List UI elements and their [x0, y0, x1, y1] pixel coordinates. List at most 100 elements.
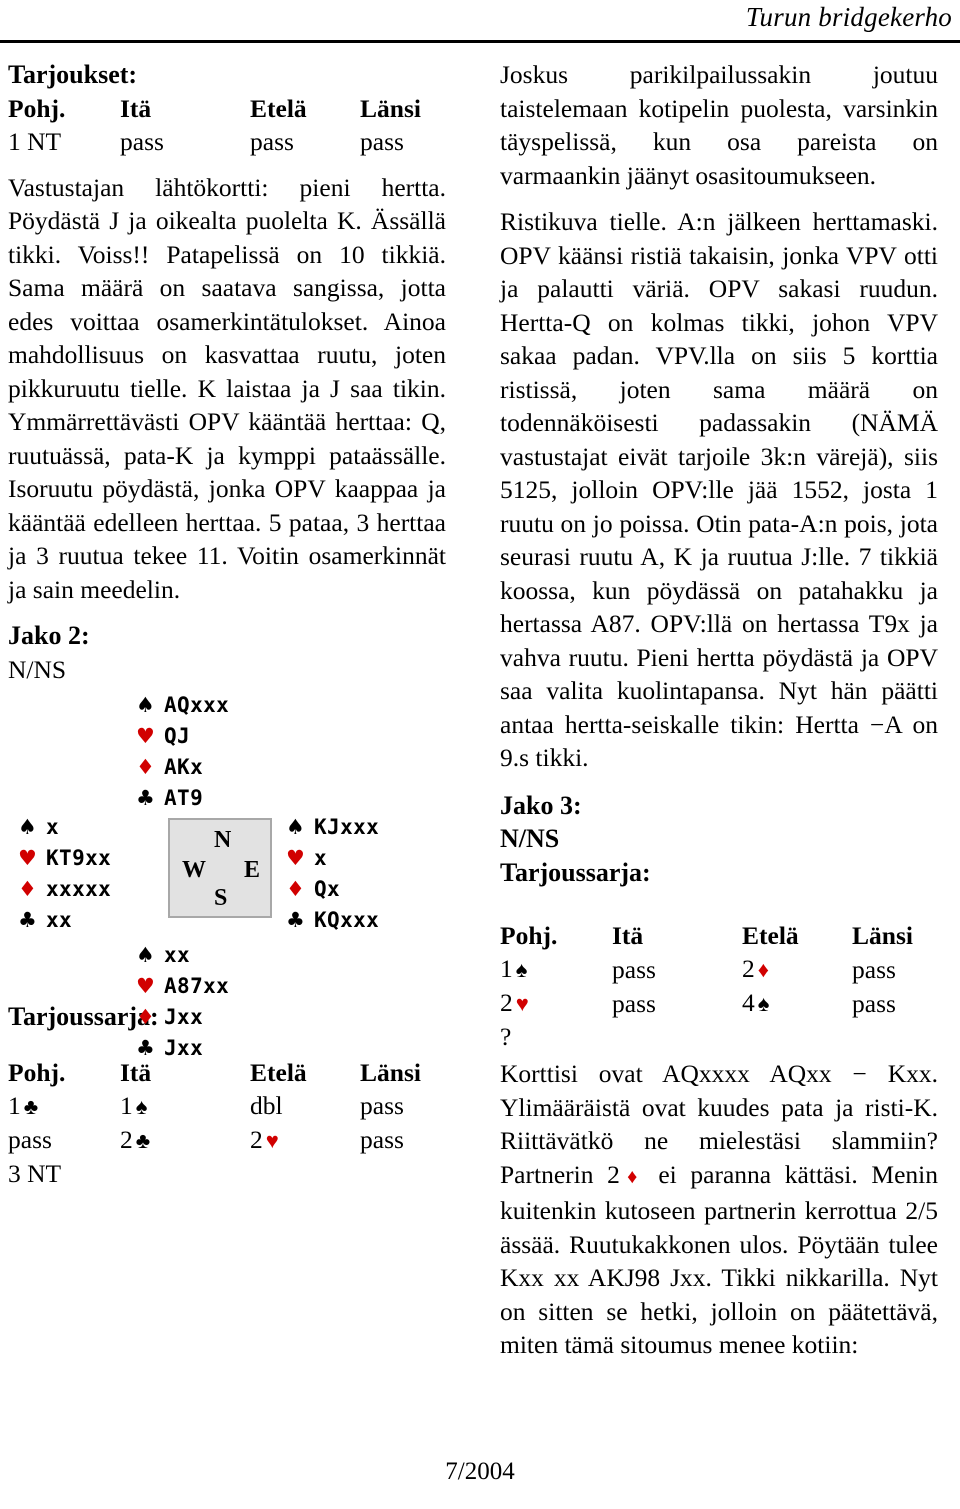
bid-cell	[612, 1020, 742, 1053]
bid-level: 2	[742, 954, 755, 983]
bid-cell: 1 NT	[8, 126, 62, 156]
bidding-table-deal-3: Pohj. Itä Etelä Länsi 1 ♠ pass 2 ♦ pass 2 ♥…	[500, 919, 938, 1053]
issue-number: 7/2004	[445, 1458, 515, 1485]
bid-cell: 3 NT	[8, 1158, 62, 1188]
hand-suit-row: ♦ xxxxx	[18, 874, 111, 905]
hand-suit-row: ♦ Qx	[286, 874, 379, 905]
spade-icon: ♠	[757, 991, 770, 1016]
hand-suit-row: ♠ KJxxx	[286, 812, 379, 843]
bid-cell	[360, 1157, 446, 1190]
hand-cards: xxxxx	[46, 877, 112, 901]
bid-cell: pass	[120, 126, 164, 156]
bid-cell: pass	[852, 954, 896, 984]
bid-cell: 2 ♥	[500, 986, 612, 1020]
bid-level: 1	[120, 1090, 133, 1120]
spade-icon: ♠	[286, 815, 305, 839]
compass-west-label: W	[182, 857, 206, 883]
bid-cell: 4 ♠	[742, 986, 852, 1020]
hand-suit-row: ♦ Jxx	[136, 1002, 229, 1033]
bid-cell: 1 ♠	[500, 952, 612, 986]
compass-north-label: N	[214, 827, 232, 853]
diamond-icon: ♦	[18, 877, 37, 901]
table-row: 1 ♠ pass 2 ♦ pass	[500, 952, 938, 986]
hand-suit-row: ♠ x	[18, 812, 111, 843]
left-column: Tarjoukset: Pohj. Itä Etelä Länsi 1 NT p…	[8, 58, 446, 1190]
hand-suit-row: ♣ xx	[18, 905, 111, 936]
column-header-north: Pohj.	[500, 921, 558, 950]
hand-cards: QJ	[164, 724, 191, 748]
heart-icon: ♥	[515, 991, 529, 1016]
bid-level: 4	[742, 988, 755, 1017]
table-row: pass 2 ♣ 2 ♥ pass	[8, 1123, 446, 1157]
compass-south-label: S	[214, 885, 228, 911]
hand-cards: Jxx	[164, 1036, 204, 1060]
column-header-north: Pohj.	[8, 93, 66, 123]
bid-cell: 1 ♣	[8, 1089, 120, 1123]
hand-cards: x	[46, 815, 60, 839]
hand-suit-row: ♥ QJ	[136, 721, 229, 752]
bid-cell	[852, 1020, 938, 1053]
bid-cell: pass	[852, 988, 896, 1018]
compass-box: N W E S	[168, 818, 272, 918]
spade-icon: ♠	[135, 1093, 148, 1119]
diamond-icon: ♦	[136, 1005, 155, 1029]
hand-west: ♠ x ♥ KT9xx ♦ xxxxx ♣ xx	[18, 812, 111, 936]
article-paragraph: Joskus parikilpailussakin joutuu taistel…	[500, 60, 938, 190]
bid-cell: pass	[612, 988, 656, 1018]
diamond-icon: ♦	[757, 957, 769, 982]
heart-icon: ♥	[136, 724, 155, 748]
hand-cards: xx	[46, 908, 73, 932]
bid-cell: 2 ♣	[120, 1123, 250, 1157]
hand-suit-row: ♣ Jxx	[136, 1033, 229, 1064]
bidding-table-deal-1: Pohj. Itä Etelä Länsi 1 NT pass pass pas…	[8, 92, 446, 158]
hand-suit-row: ♥ KT9xx	[18, 843, 111, 874]
heart-icon: ♥	[18, 846, 37, 870]
article-paragraph: Vastustajan lähtökortti: pieni hertta. P…	[8, 172, 446, 604]
table-row: 1 NT pass pass pass	[8, 125, 446, 158]
hand-cards: AT9	[164, 786, 204, 810]
table-row: 2 ♥ pass 4 ♠ pass	[500, 986, 938, 1020]
right-column: Joskus parikilpailussakin joutuu taistel…	[500, 58, 938, 1362]
spade-icon: ♠	[515, 957, 528, 982]
column-header-south: Etelä	[250, 93, 307, 123]
hand-cards: A87xx	[164, 974, 230, 998]
column-header-west: Länsi	[360, 93, 421, 123]
diamond-icon: ♦	[136, 755, 155, 779]
paragraph-text-part-2: ei paranna kättäsi. Menin kuitenkin kuto…	[500, 1159, 938, 1360]
vulnerability-label: N/NS	[8, 654, 67, 684]
hand-cards: Qx	[314, 877, 341, 901]
table-row: ?	[500, 1020, 938, 1053]
bid-level: 1	[500, 954, 513, 983]
bid-cell: ?	[500, 1022, 512, 1051]
club-icon: ♣	[135, 1127, 151, 1153]
bid-cell	[742, 1020, 852, 1053]
hand-cards: KJxxx	[314, 815, 380, 839]
bid-series-heading: Tarjoussarja:	[500, 857, 651, 887]
bid-level: 1	[8, 1090, 21, 1120]
club-icon: ♣	[18, 908, 37, 932]
bid-cell: pass	[360, 1091, 404, 1120]
hand-cards: xx	[164, 943, 191, 967]
column-header-east: Itä	[612, 921, 644, 950]
heart-icon: ♥	[286, 846, 305, 870]
bid-cell: dbl	[250, 1091, 283, 1120]
bid-cell: pass	[612, 954, 656, 984]
spade-icon: ♠	[136, 693, 155, 717]
deal-heading: Jako 3:	[500, 790, 582, 820]
column-header-west: Länsi	[360, 1057, 421, 1087]
hand-cards: AQxxx	[164, 693, 230, 717]
table-row: 1 ♣ 1 ♠ dbl pass	[8, 1089, 446, 1123]
column-header-north: Pohj.	[8, 1057, 66, 1087]
hand-east: ♠ KJxxx ♥ x ♦ Qx ♣ KQxxx	[286, 812, 379, 936]
hand-suit-row: ♣ AT9	[136, 783, 229, 814]
hand-suit-row: ♥ A87xx	[136, 971, 229, 1002]
heart-icon: ♥	[265, 1127, 279, 1153]
bid-cell: pass	[360, 126, 404, 156]
bid-cell	[250, 1157, 360, 1190]
bid-level: 2	[500, 988, 513, 1017]
table-header-row: Pohj. Itä Etelä Länsi	[500, 919, 938, 952]
bidding-table-deal-2: Pohj. Itä Etelä Länsi 1 ♣ 1 ♠ dbl pass pas…	[8, 1056, 446, 1190]
hand-suit-row: ♦ AKx	[136, 752, 229, 783]
spade-icon: ♠	[136, 943, 155, 967]
bid-level: 2	[250, 1124, 263, 1154]
